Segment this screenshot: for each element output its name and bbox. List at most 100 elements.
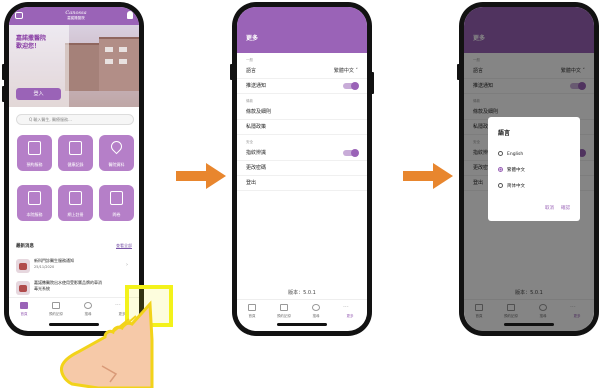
tab-label: 預約記錄 [277,314,291,318]
tab-label: 搜尋 [312,314,320,318]
news-thumbnail [16,259,30,273]
option-simplified-chinese[interactable]: 简体中文 [498,183,525,189]
tab-bar: 首頁 預約記錄 搜尋 ··· 更多 [237,299,367,325]
home-header: Canossa 嘉諾撒醫院 [9,7,139,25]
top-bar: 更多 [237,7,367,53]
tab-label: 首頁 [20,312,28,316]
tab-more[interactable]: ··· 更多 [337,300,363,322]
tab-label: 更多 [346,314,354,318]
bell-icon[interactable] [127,11,133,19]
privacy-row[interactable]: 私隱政策 [237,120,367,135]
tab-appointments[interactable]: 預約記錄 [271,300,297,322]
volume-button [2,86,5,102]
power-button [371,72,374,94]
tile-label: 健康記錄 [67,162,84,167]
chevron-right-icon: › [126,262,128,268]
tile-registration[interactable]: 網上註冊 [58,185,93,221]
building-icon [28,191,41,205]
row-label: 推送通知 [246,83,267,89]
page-title: 更多 [246,35,259,42]
push-notification-row: 推送通知 [237,79,367,94]
row-label: 指紋辨識 [246,150,267,156]
building-image [99,37,139,91]
cancel-button[interactable]: 取消 [545,205,554,211]
more-screen: 更多 一般 語言 繁體中文 ˅ 推送通知 條款 條款及細則 私隱政策 安全 指紋… [237,7,367,331]
volume-button [457,64,460,80]
tile-label: 預約服務 [26,162,43,167]
language-row[interactable]: 語言 繁體中文 ˅ [237,64,367,79]
tile-health-record[interactable]: 健康記錄 [58,135,93,171]
news-heading: 最新消息 [16,244,34,249]
document-icon [69,141,82,155]
radio-icon [498,151,503,156]
terms-row[interactable]: 條款及細則 [237,105,367,120]
tab-search[interactable]: 搜尋 [303,300,329,322]
volume-button [2,64,5,80]
hero-banner: 嘉諾撒醫院 歡迎您！ 登入 [9,25,139,107]
option-traditional-chinese[interactable]: 繁體中文 [498,167,525,173]
section-header: 安全 [246,140,253,144]
row-label: 語言 [246,68,257,74]
version-text: 版本：5.0.1 [288,290,316,296]
confirm-button[interactable]: 確認 [561,205,570,211]
home-indicator [504,323,554,326]
volume-button [230,64,233,80]
language-screen: 更多 一般 語言 繁體中文 ˅ 推送通知 條款 條款及細則 私隱政策 安全 指紋… [464,7,594,331]
radio-selected-icon [498,167,503,172]
chat-icon[interactable] [15,12,23,19]
building-image [65,43,99,91]
language-dialog: 語言 English 繁體中文 简体中文 取消 確認 [488,117,580,221]
location-pin-icon [108,138,125,155]
login-button[interactable]: 登入 [16,88,61,100]
settings-list: 一般 語言 繁體中文 ˅ 推送通知 條款 條款及細則 私隱政策 安全 指紋辨識 … [237,53,367,191]
tile-label: 問卷 [112,212,121,217]
change-password-row[interactable]: 更改密碼 [237,161,367,176]
home-indicator [277,323,327,326]
news-item[interactable]: 新科門診醫生服務通知 25/11/2020 › [16,257,134,277]
home-screen: Canossa 嘉諾撒醫院 嘉諾撒醫院 歡迎您！ 登入 Q 輸入醫生, 醫療服務… [9,7,139,331]
hospital-logo: Canossa 嘉諾撒醫院 [61,10,91,22]
phone-home: Canossa 嘉諾撒醫院 嘉諾撒醫院 歡迎您！ 登入 Q 輸入醫生, 醫療服務… [2,2,144,336]
arrow-right-icon [176,163,226,189]
tutorial-stage: Canossa 嘉諾撒醫院 嘉諾撒醫院 歡迎您！ 登入 Q 輸入醫生, 醫療服務… [0,0,605,388]
row-label: 條款及細則 [246,109,272,115]
fingerprint-toggle[interactable] [343,149,359,157]
row-label: 更改密碼 [246,165,267,171]
search-placeholder: Q 輸入醫生, 醫療服務… [29,117,72,122]
news-date: 25/11/2020 [34,265,55,269]
language-value: 繁體中文 ˅ [333,68,358,74]
tab-home[interactable]: 首頁 [11,298,37,320]
push-toggle[interactable] [343,82,359,90]
section-header: 條款 [246,99,253,103]
phone-language-dialog: 更多 一般 語言 繁體中文 ˅ 推送通知 條款 條款及細則 私隱政策 安全 指紋… [457,2,599,336]
arrow-right-icon [403,163,453,189]
tile-services[interactable]: 本院服務 [17,185,52,221]
calendar-icon [280,304,288,311]
search-input[interactable]: Q 輸入醫生, 醫療服務… [16,114,134,125]
logout-row[interactable]: 登出 [237,176,367,191]
news-title: 新科門診醫生服務通知 [34,258,74,263]
section-header: 一般 [246,58,253,62]
edit-icon [110,191,123,205]
home-icon [20,302,28,309]
option-label: 简体中文 [507,184,525,189]
tab-label: 首頁 [248,314,256,318]
more-icon: ··· [343,304,349,311]
option-label: 繁體中文 [507,168,525,173]
option-english[interactable]: English [498,151,523,157]
tile-hospital-info[interactable]: 醫院資料 [99,135,134,171]
people-icon [69,191,82,205]
calendar-icon [28,141,41,155]
tile-appointment[interactable]: 預約服務 [17,135,52,171]
radio-icon [498,183,503,188]
dialog-title: 語言 [498,130,511,137]
hero-title: 嘉諾撒醫院 歡迎您！ [16,35,47,50]
news-more-link[interactable]: 查看全部 [116,243,132,249]
tab-home[interactable]: 首頁 [239,300,265,322]
option-label: English [507,152,524,157]
news-item[interactable]: 嘉諾撒醫院出水使用受影響品牌的車消毒光系統 [16,279,134,299]
tile-survey[interactable]: 問卷 [99,185,134,221]
row-label: 登出 [246,180,257,186]
search-icon [312,304,320,311]
news-thumbnail [16,281,30,295]
